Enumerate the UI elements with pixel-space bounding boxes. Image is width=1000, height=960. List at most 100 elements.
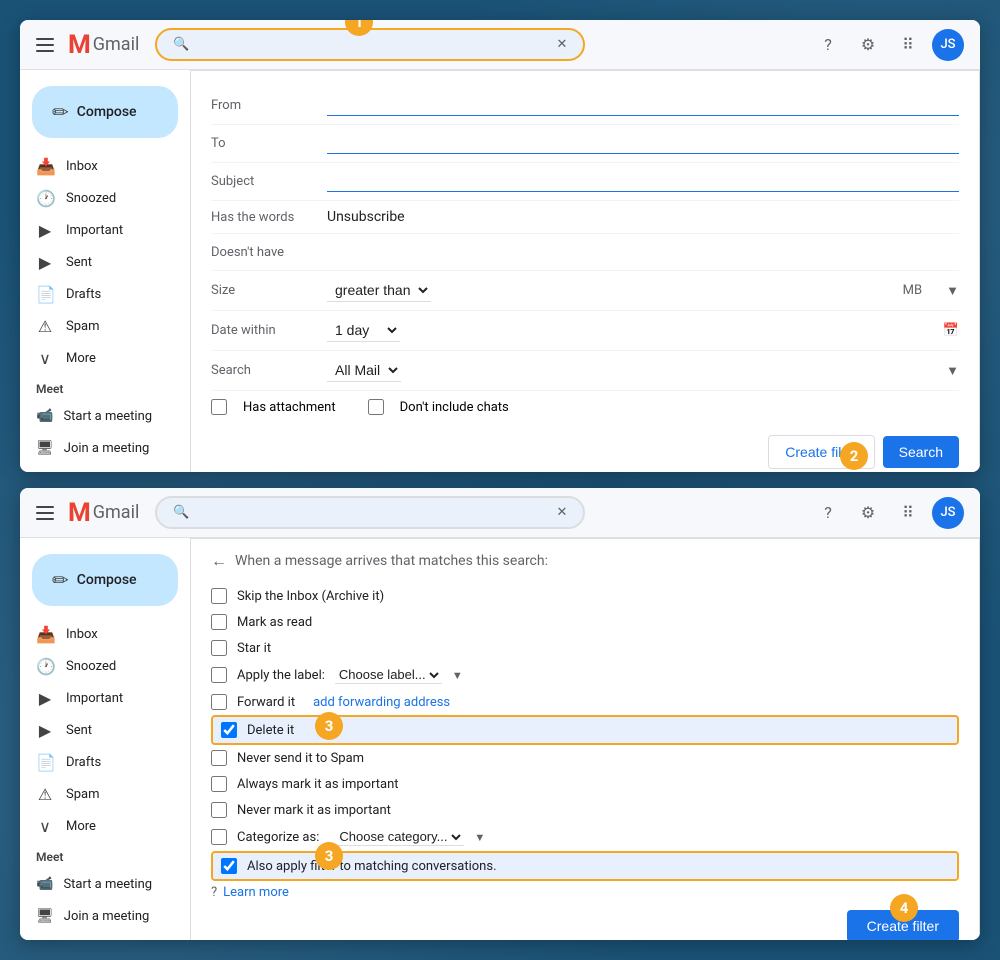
- add-forwarding-link[interactable]: add forwarding address: [313, 695, 450, 710]
- search-in-label: Search: [211, 363, 311, 378]
- avatar-1[interactable]: JS: [932, 29, 964, 61]
- step-badge-3a: 3: [315, 712, 343, 740]
- haswords-value: Unsubscribe: [327, 209, 959, 225]
- settings-btn-2[interactable]: ⚙: [852, 497, 884, 529]
- gmail-window-1: M Gmail 🔍 Unsubscribe ✕ ? ⚙ ⠿ JS ✏ Compo…: [20, 20, 980, 472]
- date-select[interactable]: 1 day 3 days 1 week: [327, 319, 400, 342]
- read-cb[interactable]: [211, 614, 227, 630]
- dont-include-chats-cb[interactable]: [368, 399, 384, 415]
- back-arrow[interactable]: ←: [211, 551, 227, 571]
- from-input[interactable]: [327, 95, 959, 116]
- start-meeting-2[interactable]: 📹 Start a meeting: [20, 868, 190, 900]
- nav-snoozed-1[interactable]: 🕐 Snoozed: [20, 182, 190, 214]
- nav-inbox-1[interactable]: 📥 Inbox: [20, 150, 190, 182]
- nav-spam-1[interactable]: ⚠ Spam: [20, 310, 190, 342]
- nav-inbox-2[interactable]: 📥 Inbox: [20, 618, 190, 650]
- size-select[interactable]: greater than less than: [327, 279, 431, 302]
- nav-snoozed-2[interactable]: 🕐 Snoozed: [20, 650, 190, 682]
- help-btn-1[interactable]: ?: [812, 29, 844, 61]
- plus-icon-2: ✏: [52, 568, 69, 592]
- header-icons-1: ? ⚙ ⠿ JS: [812, 29, 964, 61]
- compose-btn-1[interactable]: ✏ Compose: [32, 86, 178, 138]
- search-bar-1[interactable]: 🔍 Unsubscribe ✕: [155, 28, 585, 61]
- search-input-1[interactable]: Unsubscribe: [198, 36, 549, 53]
- label-dropdown-icon: ▼: [452, 669, 463, 682]
- settings-btn-1[interactable]: ⚙: [852, 29, 884, 61]
- nav-sent-2[interactable]: ▶ Sent: [20, 714, 190, 746]
- learn-more-link[interactable]: Learn more: [223, 885, 289, 900]
- compose-btn-2[interactable]: ✏ Compose: [32, 554, 178, 606]
- nav-spam-label-2: Spam: [66, 787, 100, 802]
- join-meeting-label-1: Join a meeting: [64, 441, 150, 456]
- plus-icon-1: ✏: [52, 100, 69, 124]
- start-meeting-1[interactable]: 📹 Start a meeting: [20, 400, 190, 432]
- subject-input[interactable]: [327, 171, 959, 192]
- more-icon-1: ∨: [36, 349, 54, 368]
- snoozed-icon-1: 🕐: [36, 189, 54, 208]
- label-label: Apply the label:: [237, 668, 325, 683]
- filter-to-row: To: [211, 125, 959, 163]
- spam-label: Never send it to Spam: [237, 751, 364, 766]
- nav-drafts-label-1: Drafts: [66, 287, 101, 302]
- forward-cb[interactable]: [211, 694, 227, 710]
- search-select[interactable]: All Mail Inbox: [327, 359, 401, 382]
- main-content-2: ← When a message arrives that matches th…: [190, 538, 980, 940]
- join-meeting-1[interactable]: 🖥 Join a meeting: [20, 432, 190, 464]
- clear-search-icon-2[interactable]: ✕: [556, 505, 567, 520]
- nav-more-1[interactable]: ∨ More: [20, 342, 190, 374]
- filter-from-row: From: [211, 87, 959, 125]
- clear-search-icon-1[interactable]: ✕: [556, 37, 567, 52]
- help-btn-2[interactable]: ?: [812, 497, 844, 529]
- category-select[interactable]: Choose category...: [335, 828, 464, 846]
- nav-important-1[interactable]: ▶ Important: [20, 214, 190, 246]
- apps-btn-1[interactable]: ⠿: [892, 29, 924, 61]
- join-meeting-label-2: Join a meeting: [64, 909, 150, 924]
- nav-sent-1[interactable]: ▶ Sent: [20, 246, 190, 278]
- always-important-label: Always mark it as important: [237, 777, 399, 792]
- join-meeting-2[interactable]: 🖥 Join a meeting: [20, 900, 190, 932]
- more-icon-2: ∨: [36, 817, 54, 836]
- forward-label: Forward it: [237, 695, 295, 710]
- never-important-cb[interactable]: [211, 802, 227, 818]
- gmail-logo-1: M Gmail: [68, 30, 139, 60]
- skip-cb[interactable]: [211, 588, 227, 604]
- nav-spam-2[interactable]: ⚠ Spam: [20, 778, 190, 810]
- calendar-icon[interactable]: 📅: [943, 323, 959, 338]
- categorize-label: Categorize as:: [237, 830, 319, 845]
- delete-cb[interactable]: [221, 722, 237, 738]
- apps-btn-2[interactable]: ⠿: [892, 497, 924, 529]
- categorize-cb[interactable]: [211, 829, 227, 845]
- meet-section-2: Meet: [20, 842, 190, 868]
- search-btn-1[interactable]: Search: [883, 436, 959, 468]
- hamburger-menu-2[interactable]: [36, 501, 60, 525]
- search-dropdown-icon: ▼: [946, 363, 959, 379]
- attachment-row: Has attachment Don't include chats: [211, 391, 959, 423]
- nav-more-2[interactable]: ∨ More: [20, 810, 190, 842]
- has-attachment-cb[interactable]: [211, 399, 227, 415]
- option-label: Apply the label: Choose label... ▼: [211, 661, 959, 689]
- hamburger-menu-1[interactable]: [36, 33, 60, 57]
- search-input-2[interactable]: Unsubscribe: [198, 504, 549, 521]
- nav-drafts-1[interactable]: 📄 Drafts: [20, 278, 190, 310]
- nav-drafts-2[interactable]: 📄 Drafts: [20, 746, 190, 778]
- nav-important-2[interactable]: ▶ Important: [20, 682, 190, 714]
- star-cb[interactable]: [211, 640, 227, 656]
- panel-header-text: When a message arrives that matches this…: [235, 553, 548, 569]
- nav-more-label-2: More: [66, 819, 96, 834]
- spam-cb[interactable]: [211, 750, 227, 766]
- nav-sent-label-1: Sent: [66, 255, 92, 270]
- gmail-window-2: M Gmail 🔍 Unsubscribe ✕ ? ⚙ ⠿ JS ✏ Compo…: [20, 488, 980, 940]
- search-icon-1: 🔍: [173, 37, 189, 52]
- label-select[interactable]: Choose label...: [335, 666, 442, 684]
- search-bar-2[interactable]: 🔍 Unsubscribe ✕: [155, 496, 585, 529]
- also-apply-cb[interactable]: [221, 858, 237, 874]
- search-icon-2: 🔍: [173, 505, 189, 520]
- inbox-icon-1: 📥: [36, 157, 54, 176]
- option-read: Mark as read: [211, 609, 959, 635]
- doesnt-input[interactable]: [327, 242, 959, 262]
- label-cb[interactable]: [211, 667, 227, 683]
- join-icon-1: 🖥: [36, 440, 54, 456]
- to-input[interactable]: [327, 133, 959, 154]
- avatar-2[interactable]: JS: [932, 497, 964, 529]
- size-label: Size: [211, 283, 311, 298]
